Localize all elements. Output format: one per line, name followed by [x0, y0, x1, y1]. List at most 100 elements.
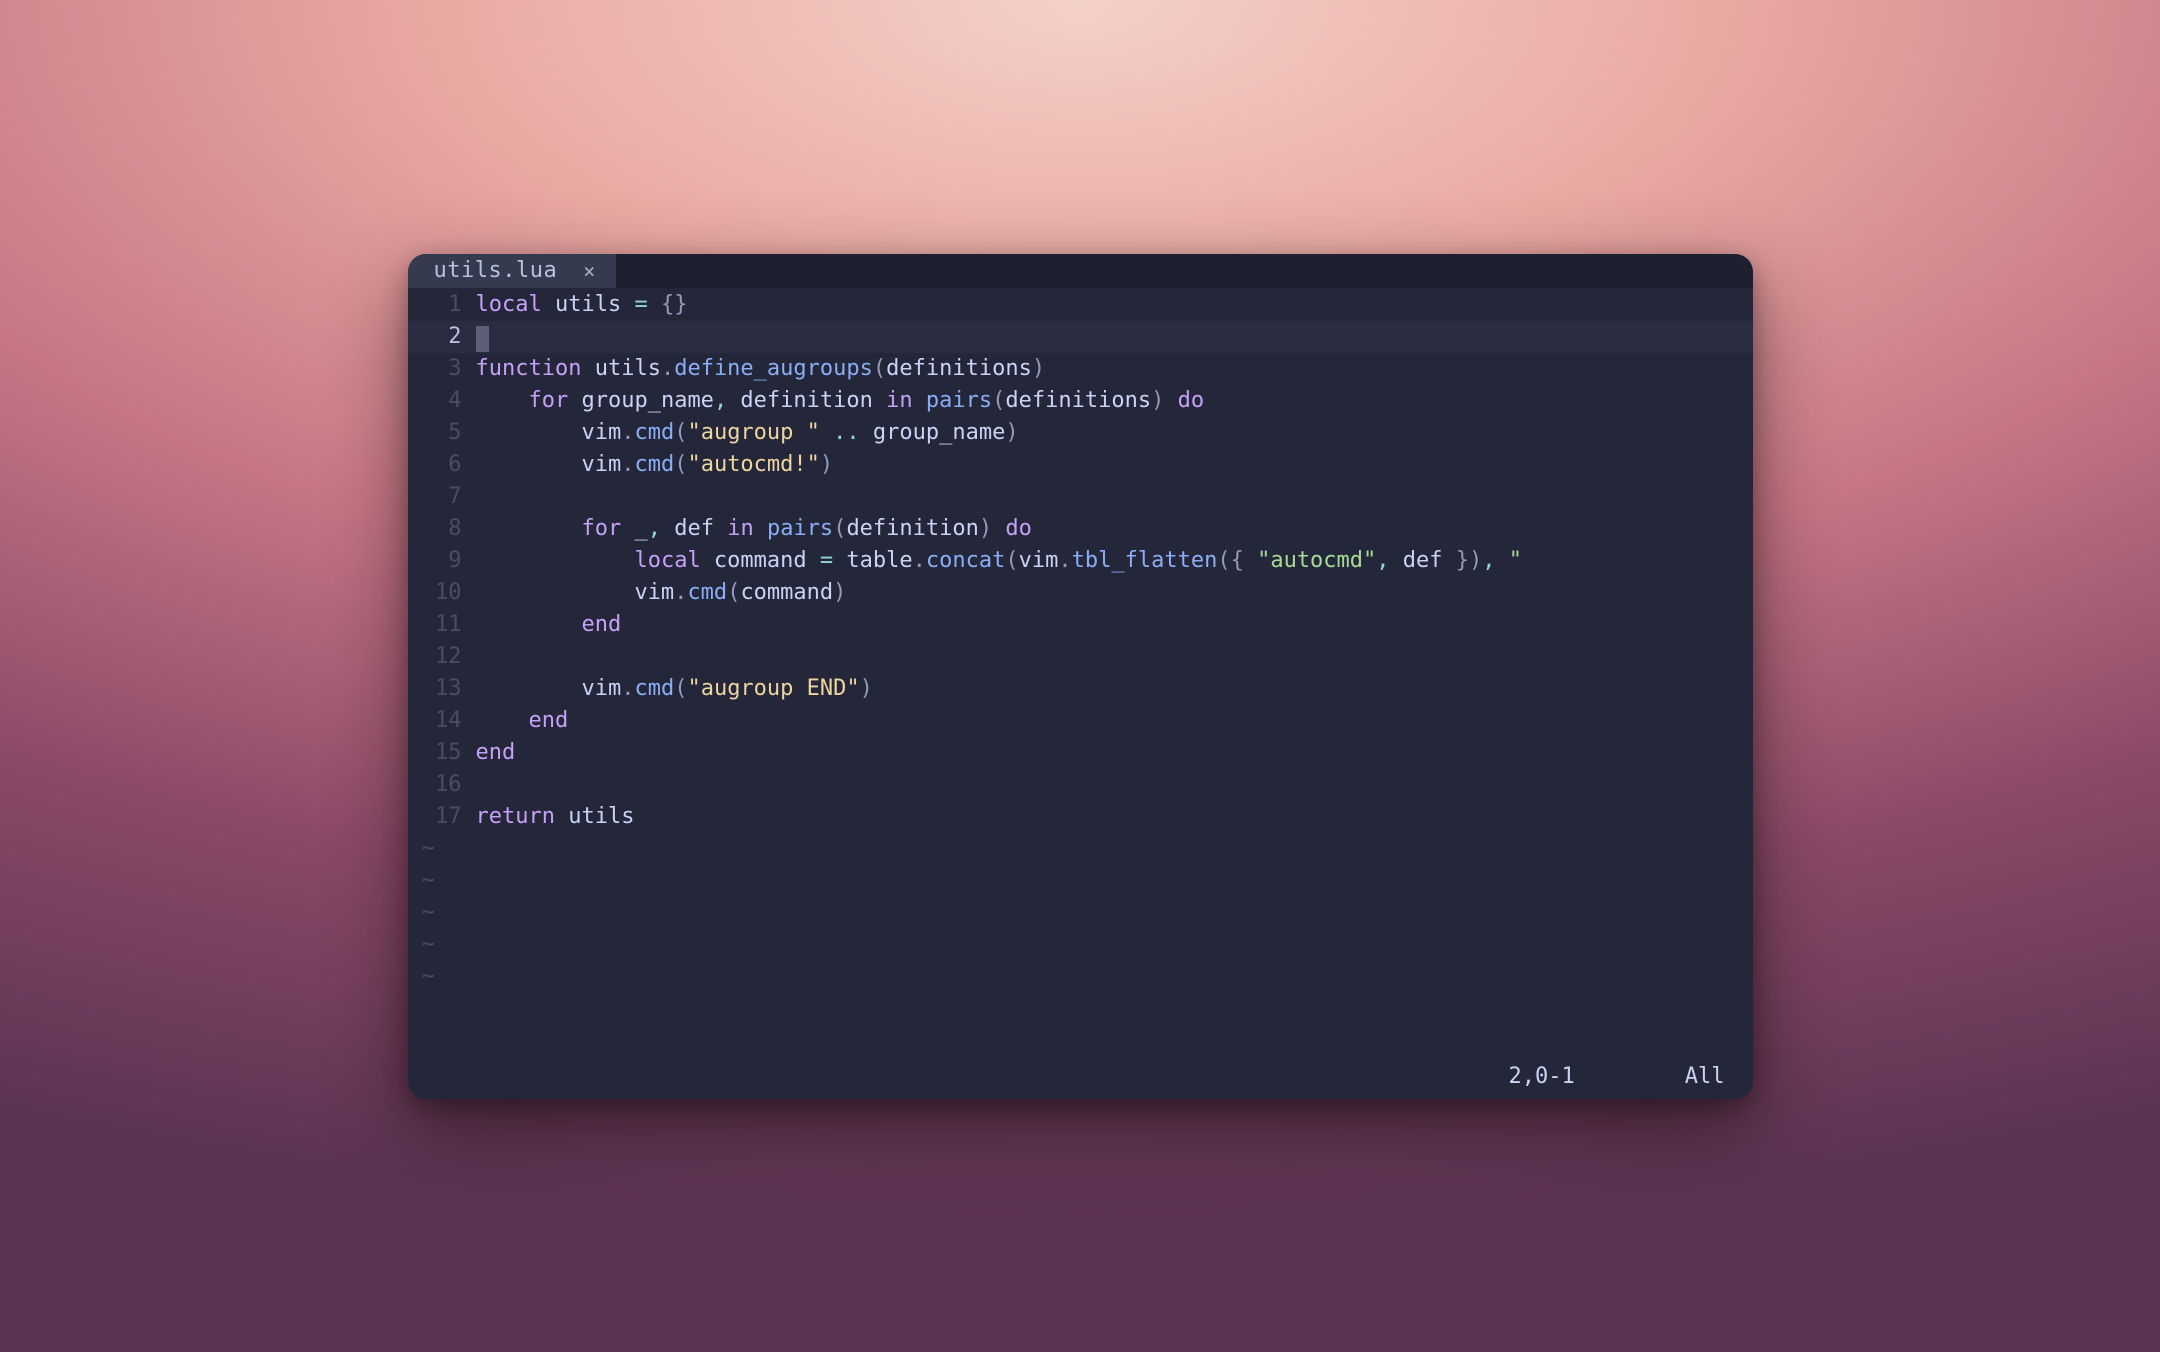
- token: [476, 516, 582, 541]
- tilde-marker: ~: [408, 897, 1753, 929]
- token: utils: [542, 292, 635, 317]
- token: vim: [476, 420, 622, 445]
- code-line[interactable]: 2: [408, 321, 1753, 353]
- code-line[interactable]: 9 local command = table.concat(vim.tbl_f…: [408, 545, 1753, 577]
- token: .: [621, 676, 634, 701]
- code-line[interactable]: 15end: [408, 737, 1753, 769]
- token: cmd: [634, 452, 674, 477]
- code-line[interactable]: 6 vim.cmd("autocmd!"): [408, 449, 1753, 481]
- line-content[interactable]: end: [476, 705, 1753, 737]
- line-content[interactable]: local command = table.concat(vim.tbl_fla…: [476, 545, 1753, 577]
- token: [476, 388, 529, 413]
- line-content[interactable]: vim.cmd("augroup " .. group_name): [476, 417, 1753, 449]
- token: for: [528, 388, 568, 413]
- tab-filename: utils.lua: [434, 258, 558, 283]
- token: do: [1005, 516, 1032, 541]
- line-number: 12: [408, 641, 476, 673]
- token: [754, 516, 767, 541]
- code-line[interactable]: 10 vim.cmd(command): [408, 577, 1753, 609]
- token: [913, 388, 926, 413]
- token: define_augroups: [674, 356, 873, 381]
- token: [992, 516, 1005, 541]
- tab-file[interactable]: utils.lua ×: [408, 254, 616, 288]
- token: end: [528, 708, 568, 733]
- token: def: [1390, 548, 1456, 573]
- token: pairs: [926, 388, 992, 413]
- token: definitions: [886, 356, 1032, 381]
- code-line[interactable]: 1local utils = {}: [408, 289, 1753, 321]
- token: [581, 356, 594, 381]
- token: [476, 708, 529, 733]
- token: ..: [833, 420, 860, 445]
- token: command: [740, 580, 833, 605]
- token: "augroup END": [687, 676, 859, 701]
- token: (: [674, 420, 687, 445]
- token: definition: [846, 516, 978, 541]
- token: (: [727, 580, 740, 605]
- line-number: 1: [408, 289, 476, 321]
- token: table: [833, 548, 912, 573]
- token: definition: [727, 388, 886, 413]
- token: "autocmd!": [687, 452, 819, 477]
- line-number: 2: [408, 321, 476, 353]
- token: =: [820, 548, 833, 573]
- line-number: 7: [408, 481, 476, 513]
- line-number: 14: [408, 705, 476, 737]
- line-number: 5: [408, 417, 476, 449]
- code-line[interactable]: 16: [408, 769, 1753, 801]
- token: ): [1032, 356, 1045, 381]
- token: "augroup ": [687, 420, 819, 445]
- code-line[interactable]: 17return utils: [408, 801, 1753, 833]
- tilde-marker: ~: [408, 929, 1753, 961]
- code-line[interactable]: 5 vim.cmd("augroup " .. group_name): [408, 417, 1753, 449]
- cursor-position: 2,0-1: [1509, 1064, 1575, 1089]
- status-line: 2,0-1 All: [1509, 1064, 1725, 1089]
- line-content[interactable]: for group_name, definition in pairs(defi…: [476, 385, 1753, 417]
- token: utils: [595, 356, 661, 381]
- line-content[interactable]: end: [476, 737, 1753, 769]
- line-number: 13: [408, 673, 476, 705]
- token: do: [1178, 388, 1205, 413]
- token: [476, 612, 582, 637]
- line-number: 10: [408, 577, 476, 609]
- token: (: [992, 388, 1005, 413]
- code-line[interactable]: 8 for _, def in pairs(definition) do: [408, 513, 1753, 545]
- line-content[interactable]: return utils: [476, 801, 1753, 833]
- token: ): [820, 452, 833, 477]
- line-content[interactable]: end: [476, 609, 1753, 641]
- token: end: [581, 612, 621, 637]
- code-line[interactable]: 4 for group_name, definition in pairs(de…: [408, 385, 1753, 417]
- token: ): [860, 676, 873, 701]
- token: def: [661, 516, 727, 541]
- code-line[interactable]: 12: [408, 641, 1753, 673]
- line-content[interactable]: local utils = {}: [476, 289, 1753, 321]
- token: cmd: [687, 580, 727, 605]
- token: cmd: [634, 420, 674, 445]
- token: (: [674, 452, 687, 477]
- code-line[interactable]: 14 end: [408, 705, 1753, 737]
- line-content[interactable]: [476, 321, 1753, 353]
- code-line[interactable]: 3function utils.define_augroups(definiti…: [408, 353, 1753, 385]
- close-icon[interactable]: ×: [583, 261, 596, 281]
- code-area[interactable]: 1local utils = {}23function utils.define…: [408, 289, 1753, 833]
- token: ): [1005, 420, 1018, 445]
- line-number: 4: [408, 385, 476, 417]
- line-content[interactable]: vim.cmd("augroup END"): [476, 673, 1753, 705]
- editor-body[interactable]: 1local utils = {}23function utils.define…: [408, 288, 1753, 1099]
- code-line[interactable]: 11 end: [408, 609, 1753, 641]
- code-line[interactable]: 7: [408, 481, 1753, 513]
- line-content[interactable]: function utils.define_augroups(definitio…: [476, 353, 1753, 385]
- line-content[interactable]: vim.cmd(command): [476, 577, 1753, 609]
- line-content[interactable]: vim.cmd("autocmd!"): [476, 449, 1753, 481]
- token: vim: [476, 580, 675, 605]
- code-line[interactable]: 13 vim.cmd("augroup END"): [408, 673, 1753, 705]
- token: in: [886, 388, 913, 413]
- tilde-marker: ~: [408, 833, 1753, 865]
- token: concat: [926, 548, 1005, 573]
- cursor: [476, 326, 489, 352]
- token: (: [873, 356, 886, 381]
- line-content[interactable]: for _, def in pairs(definition) do: [476, 513, 1753, 545]
- token: ": [1509, 548, 1522, 573]
- token: ,: [648, 516, 661, 541]
- token: [1496, 548, 1509, 573]
